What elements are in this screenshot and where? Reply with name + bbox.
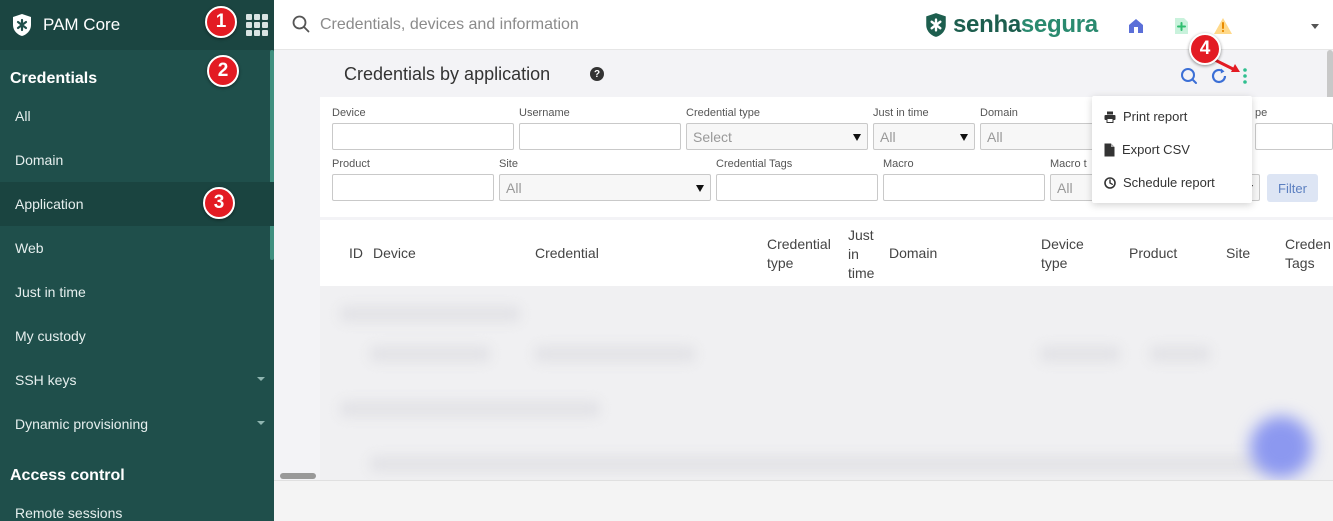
column-header-site[interactable]: Site bbox=[1226, 244, 1250, 263]
sidebar-item-label: All bbox=[15, 108, 31, 124]
domain-select[interactable]: All bbox=[980, 123, 1100, 150]
product-filter-input[interactable] bbox=[332, 174, 494, 201]
sidebar-item-label: Remote sessions bbox=[15, 505, 123, 521]
sidebar-item-web[interactable]: Web bbox=[0, 226, 274, 270]
print-report-menu-item[interactable]: Print report bbox=[1104, 109, 1187, 124]
credential-type-filter-label: Credential type bbox=[686, 107, 760, 119]
column-header-credential-tags[interactable]: Creden Tags bbox=[1285, 235, 1331, 273]
credential-tags-filter-label: Credential Tags bbox=[716, 158, 793, 170]
logo-text: senhasegura bbox=[953, 11, 1098, 38]
sidebar-item-remote-sessions[interactable]: Remote sessions bbox=[0, 491, 274, 521]
dropdown-arrow-icon bbox=[696, 185, 704, 192]
global-search-input[interactable] bbox=[320, 12, 880, 38]
horizontal-scrollbar[interactable] bbox=[280, 473, 316, 479]
username-filter-input[interactable] bbox=[519, 123, 681, 150]
more-options-dropdown: Print report Export CSV Schedule report bbox=[1092, 96, 1252, 203]
top-bar: senhasegura bbox=[274, 0, 1333, 50]
search-icon bbox=[292, 15, 310, 33]
site-filter-label: Site bbox=[499, 158, 518, 170]
macro-filter-label: Macro bbox=[883, 158, 914, 170]
table-row bbox=[370, 346, 490, 362]
table-row bbox=[340, 401, 600, 417]
table-row bbox=[370, 456, 1270, 472]
column-header-product[interactable]: Product bbox=[1129, 244, 1177, 263]
sidebar-section-credentials: Credentials bbox=[10, 70, 98, 87]
sidebar-item-label: Web bbox=[15, 240, 44, 256]
username-filter-label: Username bbox=[519, 107, 570, 119]
type-filter-label: pe bbox=[1255, 107, 1268, 119]
senhasegura-logo: senhasegura bbox=[924, 11, 1098, 39]
search-toggle-icon[interactable] bbox=[1180, 67, 1198, 85]
sidebar-item-label: Just in time bbox=[15, 284, 86, 300]
filter-button[interactable]: Filter bbox=[1267, 174, 1318, 202]
sidebar-item-dynamic-provisioning[interactable]: Dynamic provisioning bbox=[0, 402, 274, 446]
table-row bbox=[535, 346, 695, 362]
home-icon[interactable] bbox=[1126, 16, 1146, 36]
credential-tags-input[interactable] bbox=[716, 174, 878, 201]
column-header-device-type[interactable]: Device type bbox=[1041, 235, 1084, 273]
printer-icon bbox=[1104, 111, 1116, 123]
senhasegura-shield-icon bbox=[926, 13, 946, 37]
sidebar-item-all[interactable]: All bbox=[0, 94, 274, 138]
column-header-credential-type[interactable]: Credential type bbox=[767, 235, 831, 273]
sidebar-section-access-control: Access control bbox=[10, 467, 125, 484]
column-header-id[interactable]: ID bbox=[349, 244, 363, 263]
chevron-down-icon bbox=[257, 377, 265, 381]
domain-filter-label: Domain bbox=[980, 107, 1018, 119]
floating-action-button[interactable] bbox=[1250, 416, 1312, 478]
file-icon bbox=[1104, 143, 1115, 156]
footer-strip bbox=[274, 480, 1333, 521]
column-header-device[interactable]: Device bbox=[373, 244, 416, 263]
pam-logo-icon bbox=[13, 14, 31, 36]
just-in-time-select[interactable]: All bbox=[873, 123, 975, 150]
clock-icon bbox=[1104, 176, 1116, 189]
sidebar-item-ssh-keys[interactable]: SSH keys bbox=[0, 358, 274, 402]
sidebar-item-just-in-time[interactable]: Just in time bbox=[0, 270, 274, 314]
annotation-badge-4: 4 bbox=[1189, 33, 1221, 65]
sidebar-item-domain[interactable]: Domain bbox=[0, 138, 274, 182]
sidebar-item-label: My custody bbox=[15, 328, 86, 344]
apps-grid-icon[interactable] bbox=[246, 14, 268, 36]
annotation-badge-2: 2 bbox=[207, 55, 239, 87]
sidebar-item-label: Domain bbox=[15, 152, 64, 168]
dropdown-arrow-icon bbox=[853, 134, 861, 141]
annotation-badge-3: 3 bbox=[203, 187, 235, 219]
column-header-credential[interactable]: Credential bbox=[535, 244, 599, 263]
type-filter-input[interactable] bbox=[1255, 123, 1333, 150]
product-filter-label: Product bbox=[332, 158, 370, 170]
sidebar-item-label: SSH keys bbox=[15, 372, 77, 388]
table-header: ID Device Credential Credential type Just… bbox=[320, 220, 1333, 286]
page-title: Credentials by application bbox=[344, 64, 551, 84]
device-filter-input[interactable] bbox=[332, 123, 514, 150]
annotation-badge-1: 1 bbox=[205, 6, 237, 38]
export-csv-menu-item[interactable]: Export CSV bbox=[1104, 142, 1190, 157]
chevron-down-icon bbox=[257, 421, 265, 425]
table-body-blurred bbox=[320, 286, 1333, 480]
site-select[interactable]: All bbox=[499, 174, 711, 201]
brand-title: PAM Core bbox=[43, 15, 121, 34]
device-filter-label: Device bbox=[332, 107, 366, 119]
macro-t-filter-label: Macro t bbox=[1050, 158, 1087, 170]
warning-icon[interactable] bbox=[1213, 16, 1233, 36]
dropdown-arrow-icon bbox=[960, 134, 968, 141]
just-in-time-filter-label: Just in time bbox=[873, 107, 929, 119]
sidebar-item-label: Dynamic provisioning bbox=[15, 416, 149, 432]
user-menu-chevron-icon[interactable] bbox=[1311, 24, 1319, 29]
sidebar-item-label: Application bbox=[15, 196, 84, 212]
column-header-just-in-time[interactable]: Just in time bbox=[848, 226, 874, 283]
table-row bbox=[340, 306, 520, 322]
credential-type-select[interactable]: Select bbox=[686, 123, 868, 150]
column-header-domain[interactable]: Domain bbox=[889, 244, 937, 263]
sidebar-item-my-custody[interactable]: My custody bbox=[0, 314, 274, 358]
table-row bbox=[1150, 346, 1210, 362]
add-document-icon[interactable] bbox=[1171, 16, 1191, 36]
table-row bbox=[1040, 346, 1120, 362]
macro-input[interactable] bbox=[883, 174, 1045, 201]
annotation-arrow-icon bbox=[1213, 58, 1240, 72]
help-icon[interactable]: ? bbox=[590, 67, 604, 81]
schedule-report-menu-item[interactable]: Schedule report bbox=[1104, 175, 1215, 190]
